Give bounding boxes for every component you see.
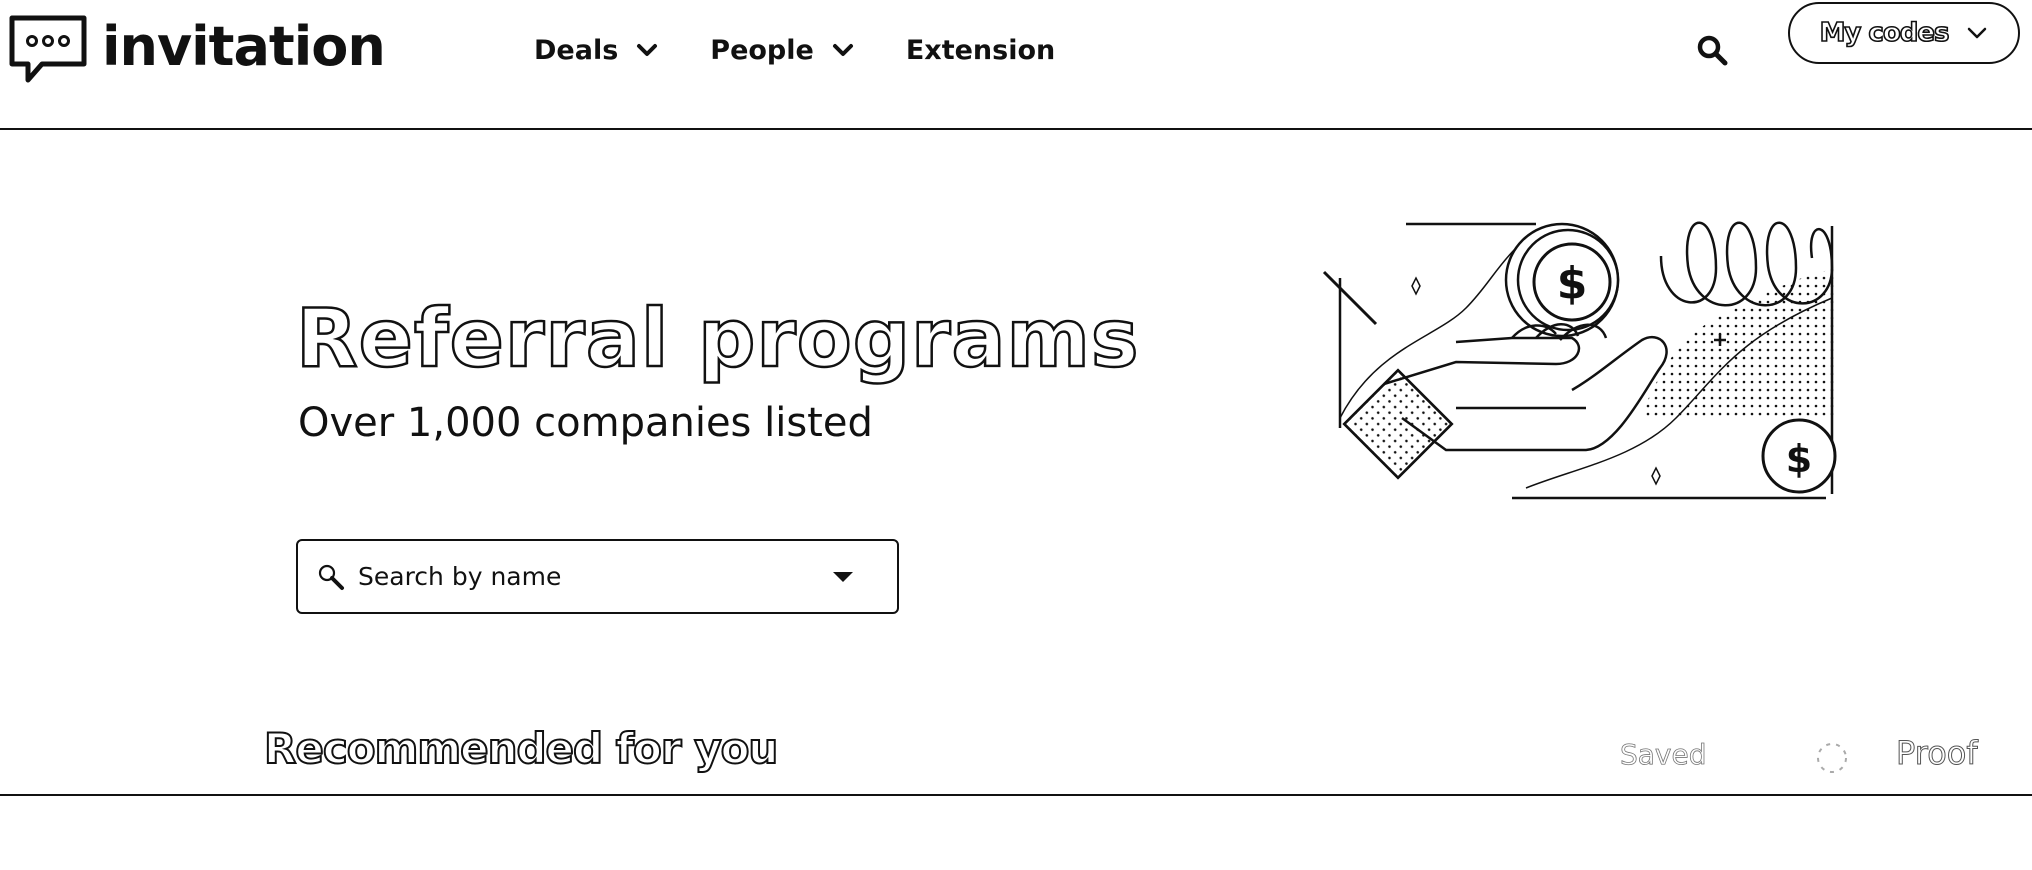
nav-extension-label: Extension [905, 34, 1056, 66]
page-title: Referral programs [295, 291, 1140, 387]
my-codes-label: My codes [1819, 17, 1950, 49]
nav-deals-label: Deals [534, 34, 619, 66]
caret-down-icon[interactable] [832, 570, 854, 584]
nav-people-label: People [710, 34, 814, 66]
company-search[interactable] [296, 539, 899, 614]
svg-text:$: $ [1557, 258, 1588, 309]
search-icon[interactable] [1694, 32, 1730, 68]
loading-spinner-icon [1817, 743, 1847, 773]
saved-tab[interactable]: Saved [1620, 738, 1707, 772]
logo-text: invitation [102, 14, 386, 78]
hand-holding-coins-illustration: $ $ [1322, 221, 1837, 500]
chevron-down-icon [637, 44, 658, 56]
chevron-down-icon [1968, 27, 1987, 39]
proof-tab[interactable]: Proof [1896, 734, 1979, 773]
chevron-down-icon [832, 44, 853, 56]
nav-deals[interactable]: Deals [534, 30, 658, 70]
svg-text:$: $ [1786, 437, 1812, 481]
site-header: invitation Deals People Extension My cod… [0, 0, 2032, 130]
recommended-title: Recommended for you [263, 723, 779, 774]
nav-people[interactable]: People [710, 30, 854, 70]
chat-bubble-logo-icon [9, 15, 87, 83]
main-nav: Deals People Extension [534, 30, 1107, 70]
search-icon [318, 564, 344, 590]
page-subtitle: Over 1,000 companies listed [298, 400, 873, 446]
my-codes-button[interactable]: My codes [1788, 2, 2020, 64]
search-input[interactable] [358, 562, 818, 591]
logo[interactable]: invitation [8, 14, 386, 86]
recommended-bar: Recommended for you Saved Proof [0, 720, 2032, 796]
nav-extension[interactable]: Extension [906, 30, 1055, 70]
